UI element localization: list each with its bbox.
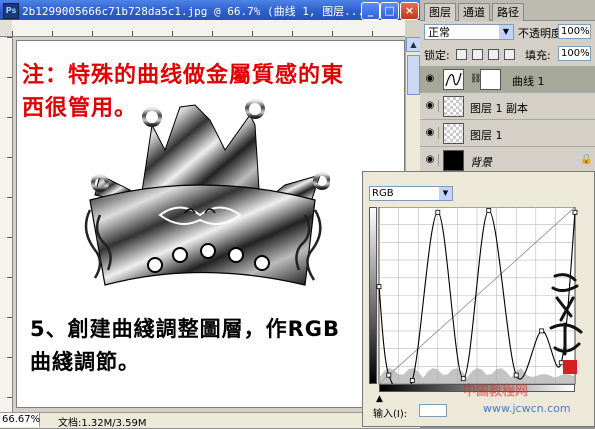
status-bar: 66.67% 文档:1.32M/3.59M (0, 412, 420, 429)
layer-row-layer1-copy[interactable]: ◉ 图层 1 副本 (420, 93, 595, 120)
vertical-ruler[interactable] (0, 37, 13, 412)
curve-point[interactable] (386, 372, 392, 378)
metallic-crown-image (84, 99, 330, 286)
curve-point[interactable] (513, 372, 519, 378)
layer-name: 背景 (470, 156, 492, 169)
panel-tab-strip: 图层 通道 路径 (420, 0, 595, 21)
curve-point[interactable] (435, 209, 441, 215)
eye-icon[interactable]: ◉ (422, 73, 439, 85)
layer-row-curves[interactable]: ◉ ⛓ 曲线 1 (420, 66, 595, 93)
tab-paths[interactable]: 路径 (492, 3, 524, 21)
curve-point[interactable] (539, 328, 545, 334)
maximize-button[interactable]: □ (380, 2, 399, 20)
layer-name: 图层 1 (470, 129, 503, 142)
chevron-down-icon[interactable]: ▼ (439, 187, 452, 200)
blend-mode-select[interactable]: 正常 ▼ (424, 24, 514, 40)
layers-panel: 图层 通道 路径 正常 ▼ 不透明度: 100% 锁定: 填充: 100% ◉ … (420, 0, 595, 178)
lock-icon: 🔒 (580, 154, 593, 165)
lock-all-icon[interactable] (504, 49, 515, 60)
close-button[interactable]: × (400, 2, 419, 20)
input-value-field[interactable] (419, 404, 447, 417)
curve-point[interactable] (486, 208, 492, 213)
layer-name: 曲线 1 (512, 75, 545, 88)
layer-thumbnail (443, 96, 464, 117)
step-text-line2: 曲綫調節。 (30, 350, 140, 374)
curves-adjustment-thumbnail (443, 69, 464, 90)
document-titlebar[interactable]: Ps 2b1299005666c71b728da5c1.jpg @ 66.7% … (0, 0, 420, 20)
chevron-down-icon[interactable]: ▼ (499, 25, 513, 39)
curve-point[interactable] (376, 284, 382, 290)
layer-row-layer1[interactable]: ◉ 图层 1 (420, 120, 595, 147)
document-title: 2b1299005666c71b728da5c1.jpg @ 66.7% (曲线… (22, 5, 365, 18)
eye-icon[interactable]: ◉ (422, 100, 439, 112)
zoom-field[interactable]: 66.67% (0, 413, 40, 427)
note-text-line1: 注：特殊的曲线做金屬質感的東 (22, 63, 345, 88)
link-icon[interactable]: ⛓ (470, 69, 481, 90)
minimize-button[interactable]: _ (361, 2, 380, 20)
layer-mask-thumbnail[interactable] (480, 69, 501, 90)
step-text-line1: 5、創建曲綫調整圖層，作RGB (30, 317, 341, 341)
black-point-slider-icon[interactable]: ▲ (376, 394, 383, 404)
tab-channels[interactable]: 通道 (458, 3, 490, 21)
lock-label: 锁定: (424, 49, 450, 62)
channel-select[interactable]: RGB ▼ (369, 186, 453, 201)
watermark-url: www.jcwcn.com (483, 402, 571, 415)
horizontal-ruler[interactable] (12, 20, 405, 37)
eye-icon[interactable]: ◉ (422, 154, 439, 166)
blend-mode-value: 正常 (428, 26, 450, 39)
input-label: 输入(I): (373, 409, 408, 420)
opacity-field[interactable]: 100% (558, 24, 591, 39)
layer-thumbnail (443, 150, 464, 171)
lock-paint-icon[interactable] (472, 49, 483, 60)
scroll-thumb[interactable] (407, 55, 420, 95)
layer-thumbnail (443, 123, 464, 144)
watermark-site-name: 中国教程网 (463, 384, 529, 399)
fill-label: 填充: (525, 49, 551, 62)
layer-row-background[interactable]: ◉ 背景 🔒 (420, 147, 595, 174)
lock-move-icon[interactable] (488, 49, 499, 60)
eye-icon[interactable]: ◉ (422, 127, 439, 139)
curve-point[interactable] (572, 209, 578, 215)
curves-dialog: RGB ▼ ▲ 输入(I): 中国教程网 www.jcwcn.com (362, 171, 595, 427)
tab-layers[interactable]: 图层 (424, 3, 456, 21)
curve-point[interactable] (409, 378, 415, 383)
channel-value: RGB (372, 188, 394, 199)
photoshop-app-icon: Ps (3, 3, 19, 19)
lock-transparency-icon[interactable] (456, 49, 467, 60)
fill-field[interactable]: 100% (558, 46, 591, 61)
calligraphy-seal-image (549, 273, 583, 374)
layer-name: 图层 1 副本 (470, 102, 528, 115)
scroll-up-arrow-icon[interactable]: ▲ (406, 37, 421, 52)
